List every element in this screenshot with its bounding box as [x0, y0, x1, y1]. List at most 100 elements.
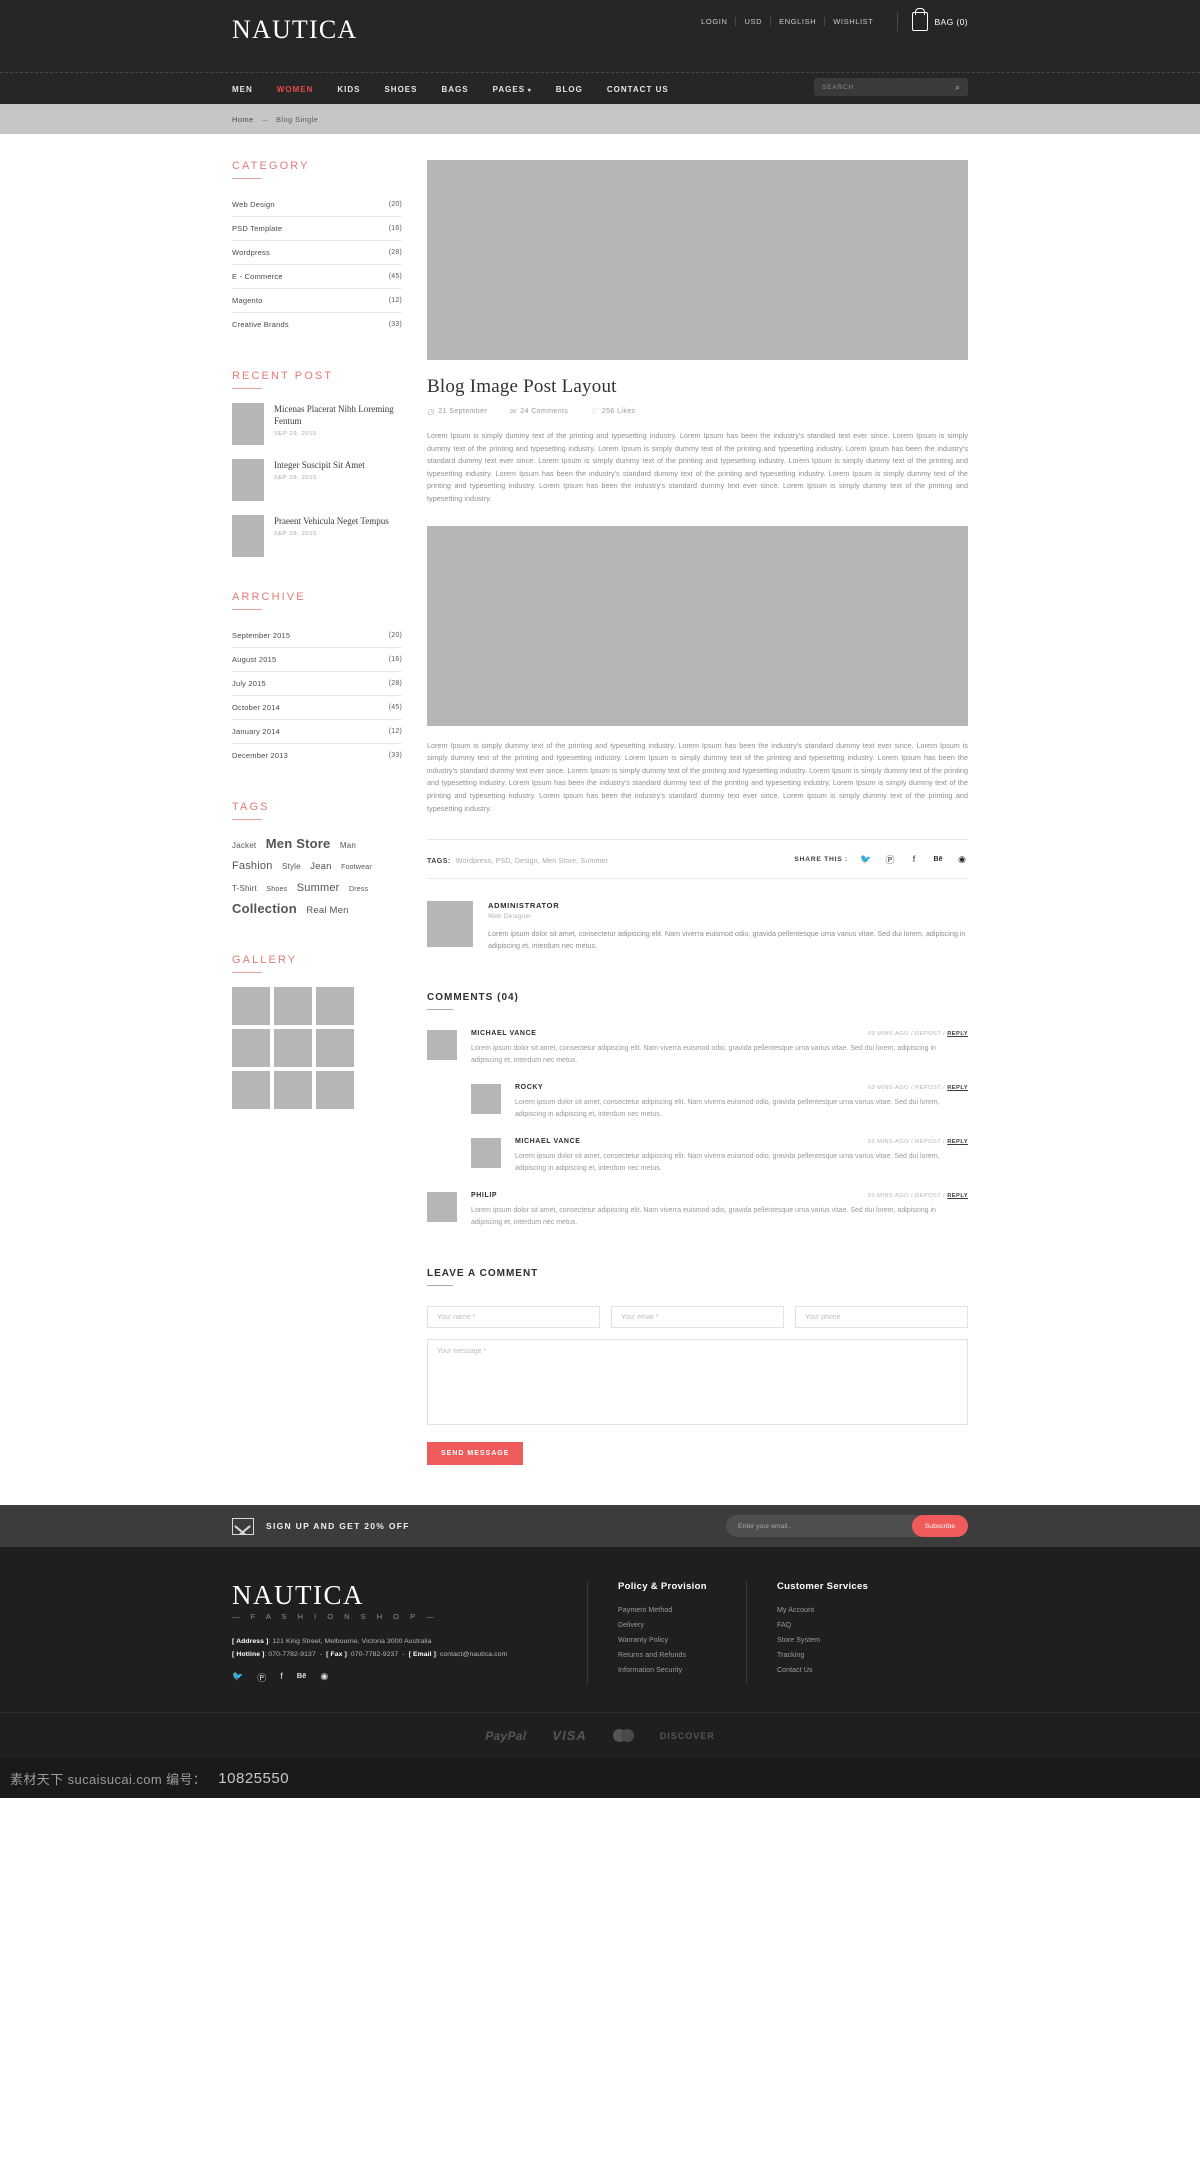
gallery-thumbnail[interactable]: [274, 987, 312, 1025]
category-label: Creative Brands: [232, 320, 289, 329]
gallery-thumbnail[interactable]: [274, 1071, 312, 1109]
site-logo[interactable]: NAUTICA: [232, 0, 357, 45]
dribbble-icon[interactable]: ◉: [320, 1671, 328, 1684]
phone-field[interactable]: [795, 1306, 968, 1329]
tag-link[interactable]: Jean: [310, 857, 331, 876]
gallery-thumbnail[interactable]: [316, 1029, 354, 1067]
comment-reply-link[interactable]: REPLY: [947, 1085, 968, 1091]
tag-cloud: Jacket Men Store Man Fashion Style Jean …: [232, 834, 402, 920]
tag-link[interactable]: Style: [282, 857, 301, 876]
subscribe-button[interactable]: Subscribe: [911, 1515, 968, 1538]
footer-link[interactable]: Store System: [777, 1637, 905, 1644]
comment-reply-link[interactable]: REPLY: [947, 1193, 968, 1199]
category-item[interactable]: E - Commerce (45): [232, 265, 402, 289]
cart-button[interactable]: BAG (0): [897, 8, 968, 31]
gallery-thumbnail[interactable]: [232, 1071, 270, 1109]
recent-post-thumbnail: [232, 403, 264, 445]
utility-link-login[interactable]: LOGIN: [693, 17, 737, 26]
nav-item-blog[interactable]: BLOG: [556, 85, 583, 94]
cart-label: BAG (0): [934, 16, 968, 27]
tag-link[interactable]: Summer: [297, 879, 340, 898]
utility-link-currency[interactable]: USD: [736, 17, 772, 26]
facebook-icon[interactable]: f: [908, 853, 920, 865]
search-input[interactable]: [822, 83, 955, 91]
tag-link[interactable]: Man: [340, 836, 356, 855]
footer-link[interactable]: Returns and Refunds: [618, 1652, 746, 1659]
facebook-icon[interactable]: f: [280, 1671, 283, 1684]
tag-link[interactable]: Shoes: [266, 880, 287, 899]
email-field[interactable]: [611, 1306, 784, 1329]
nav-item-shoes[interactable]: SHOES: [384, 85, 417, 94]
pinterest-icon[interactable]: Ⓟ: [257, 1671, 266, 1684]
search-box[interactable]: ⌕: [814, 78, 968, 96]
newsletter-email-input[interactable]: [738, 1522, 912, 1530]
gallery-thumbnail[interactable]: [232, 987, 270, 1025]
message-field[interactable]: [427, 1339, 968, 1426]
tag-link[interactable]: Men Store: [266, 834, 331, 853]
category-item[interactable]: Web Design (20): [232, 193, 402, 217]
twitter-icon[interactable]: 🐦: [232, 1671, 243, 1684]
widget-tags-title: TAGS: [232, 801, 402, 820]
comment-repost-link[interactable]: REPOST: [915, 1193, 941, 1199]
utility-link-language[interactable]: ENGLISH: [771, 17, 826, 26]
dribbble-icon[interactable]: ◉: [956, 853, 968, 865]
utility-link-wishlist[interactable]: WISHLIST: [825, 17, 881, 26]
comment-repost-link[interactable]: REPOST: [915, 1085, 941, 1091]
pinterest-icon[interactable]: Ⓟ: [884, 853, 896, 865]
behance-icon[interactable]: Bē: [297, 1671, 307, 1684]
gallery-thumbnail[interactable]: [232, 1029, 270, 1067]
archive-item[interactable]: December 2013 (33): [232, 744, 402, 767]
comment-repost-link[interactable]: REPOST: [915, 1139, 941, 1145]
gallery-thumbnail[interactable]: [274, 1029, 312, 1067]
email-value[interactable]: : contact@nautica.com: [436, 1651, 507, 1658]
nav-item-women[interactable]: WOMEN: [277, 85, 314, 94]
tag-link[interactable]: Dress: [349, 880, 368, 899]
name-field[interactable]: [427, 1306, 600, 1329]
post-tags-value[interactable]: Wordpress, PSD, Design, Men Store, Summe…: [456, 858, 608, 865]
category-item[interactable]: Creative Brands (33): [232, 313, 402, 336]
footer-column-heading: Policy & Provision: [618, 1581, 707, 1593]
tag-link[interactable]: Footwear: [341, 858, 372, 877]
comment-reply-link[interactable]: REPLY: [947, 1031, 968, 1037]
gallery-thumbnail[interactable]: [316, 1071, 354, 1109]
comment-reply-link[interactable]: REPLY: [947, 1139, 968, 1145]
gallery-thumbnail[interactable]: [316, 987, 354, 1025]
footer-link[interactable]: My Account: [777, 1607, 905, 1614]
email-label: [ Email ]: [408, 1651, 436, 1659]
tag-link[interactable]: Fashion: [232, 857, 273, 876]
archive-item[interactable]: October 2014 (45): [232, 696, 402, 720]
category-item[interactable]: Magento (12): [232, 289, 402, 313]
footer-link[interactable]: Information Security: [618, 1667, 746, 1674]
tag-link[interactable]: T-Shirt: [232, 879, 257, 898]
recent-post-item[interactable]: Integer Suscipit Sit Amet SEP 29, 2015: [232, 459, 402, 501]
recent-post-item[interactable]: Praeent Vehicula Neget Tempus SEP 29, 201…: [232, 515, 402, 557]
nav-item-pages[interactable]: PAGES ▾: [493, 85, 532, 94]
twitter-icon[interactable]: 🐦: [860, 853, 872, 865]
nav-item-kids[interactable]: KIDS: [337, 85, 360, 94]
search-icon[interactable]: ⌕: [955, 82, 960, 93]
footer-link[interactable]: Contact Us: [777, 1667, 905, 1674]
footer-link[interactable]: Payment Method: [618, 1607, 746, 1614]
archive-item[interactable]: July 2015 (28): [232, 672, 402, 696]
footer-link[interactable]: Warranty Policy: [618, 1637, 746, 1644]
breadcrumb-home[interactable]: Home: [232, 115, 254, 124]
nav-item-men[interactable]: MEN: [232, 85, 253, 94]
behance-icon[interactable]: Bē: [932, 853, 944, 865]
footer-link[interactable]: Delivery: [618, 1622, 746, 1629]
comment-repost-link[interactable]: REPOST: [915, 1031, 941, 1037]
category-item[interactable]: PSD Template (16): [232, 217, 402, 241]
widget-archive-title: ARRCHIVE: [232, 591, 402, 610]
recent-post-item[interactable]: Micenas Placerat Nibh Loreming Fentum SEP…: [232, 403, 402, 445]
send-message-button[interactable]: SEND MESSAGE: [427, 1442, 524, 1466]
archive-item[interactable]: January 2014 (12): [232, 720, 402, 744]
tag-link[interactable]: Collection: [232, 899, 297, 918]
archive-item[interactable]: August 2015 (16): [232, 648, 402, 672]
category-item[interactable]: Wordpress (28): [232, 241, 402, 265]
nav-item-contact-us[interactable]: CONTACT US: [607, 85, 669, 94]
archive-item[interactable]: September 2015 (20): [232, 624, 402, 648]
footer-link[interactable]: FAQ: [777, 1622, 905, 1629]
footer-link[interactable]: Tracking: [777, 1652, 905, 1659]
tag-link[interactable]: Real Men: [306, 901, 348, 920]
nav-item-bags[interactable]: BAGS: [441, 85, 468, 94]
tag-link[interactable]: Jacket: [232, 836, 256, 855]
